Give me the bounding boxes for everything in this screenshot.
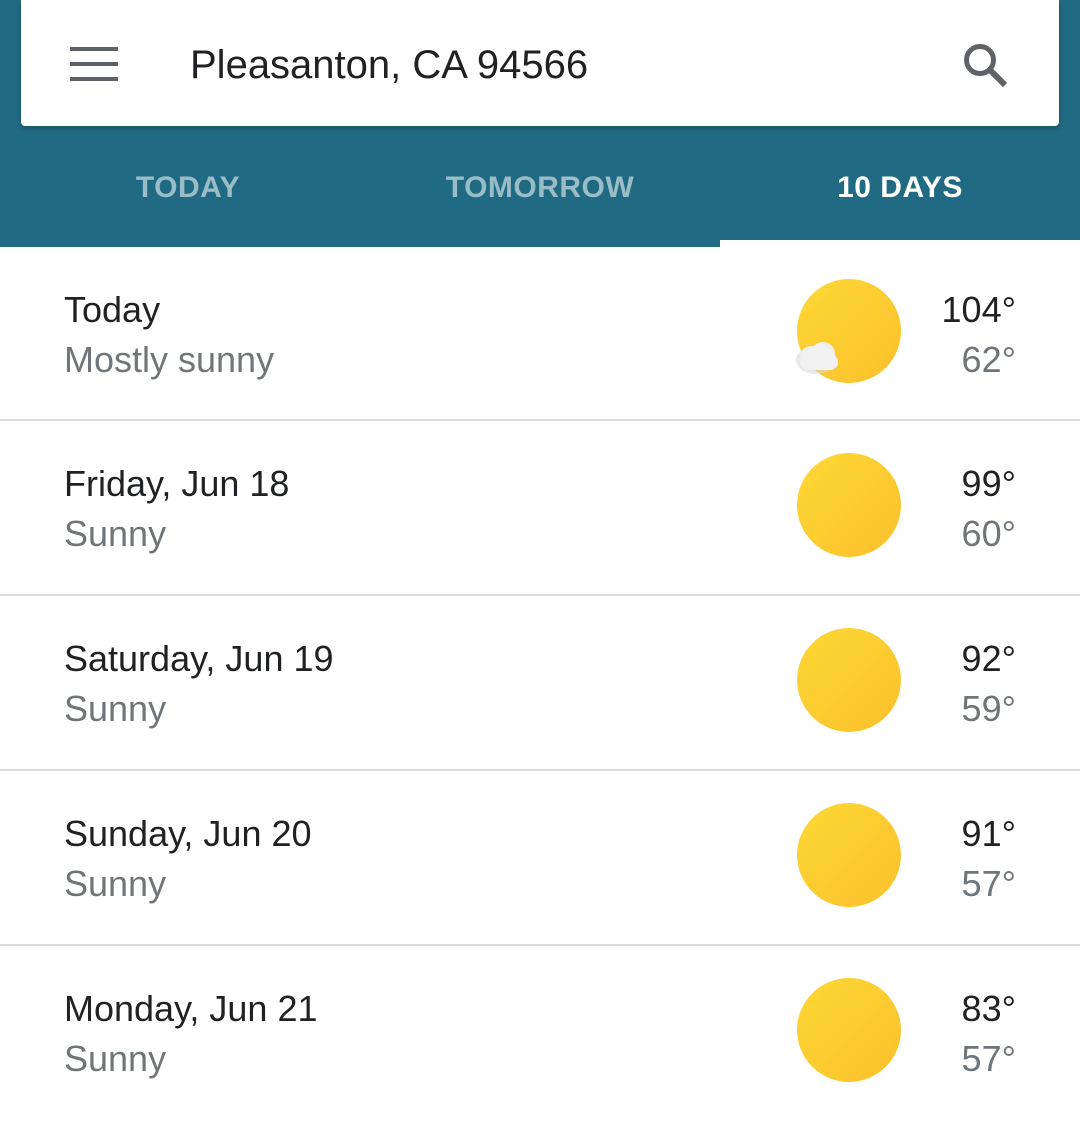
temp-high: 104° [941,289,1016,330]
tab-today[interactable]: TODAY [40,166,336,210]
sunny-icon [797,453,901,557]
day-name: Today [64,289,161,330]
forecast-row[interactable]: Sunday, Jun 20 Sunny 91° 57° [0,771,1080,946]
day-condition: Sunny [64,513,167,554]
temp-low: 60° [961,513,1016,554]
active-tab-indicator [720,240,1080,247]
app-header: Pleasanton, CA 94566 TODAY TOMORROW 10 D… [0,0,1080,247]
forecast-row[interactable]: Today Mostly sunny 104° 62° [0,247,1080,421]
mostly-sunny-icon [796,279,901,383]
forecast-row[interactable]: Monday, Jun 21 Sunny 83° 57° [0,946,1080,1121]
day-name: Monday, Jun 21 [64,988,318,1029]
temp-low: 62° [961,339,1016,380]
location-query[interactable]: Pleasanton, CA 94566 [190,38,588,92]
tab-10-days[interactable]: 10 DAYS [740,166,1060,210]
search-bar[interactable]: Pleasanton, CA 94566 [21,0,1059,126]
sunny-icon [797,978,901,1082]
temp-low: 57° [961,1038,1016,1079]
temp-high: 91° [961,813,1016,854]
temp-high: 83° [961,988,1016,1029]
day-condition: Sunny [64,863,167,904]
forecast-list: Today Mostly sunny 104° 62° Friday, Jun … [0,247,1080,1121]
sunny-icon [797,803,901,907]
temp-low: 59° [961,688,1016,729]
day-name: Saturday, Jun 19 [64,638,334,679]
day-condition: Sunny [64,688,167,729]
search-icon[interactable] [960,40,1010,90]
day-condition: Sunny [64,1038,167,1079]
temp-high: 92° [961,638,1016,679]
temp-low: 57° [961,863,1016,904]
forecast-row[interactable]: Saturday, Jun 19 Sunny 92° 59° [0,596,1080,771]
day-name: Sunday, Jun 20 [64,813,312,854]
tab-tomorrow[interactable]: TOMORROW [380,166,700,210]
day-condition: Mostly sunny [64,339,275,380]
menu-icon[interactable] [70,47,118,81]
temp-high: 99° [961,463,1016,504]
sunny-icon [797,628,901,732]
day-name: Friday, Jun 18 [64,463,290,504]
forecast-row[interactable]: Friday, Jun 18 Sunny 99° 60° [0,421,1080,596]
